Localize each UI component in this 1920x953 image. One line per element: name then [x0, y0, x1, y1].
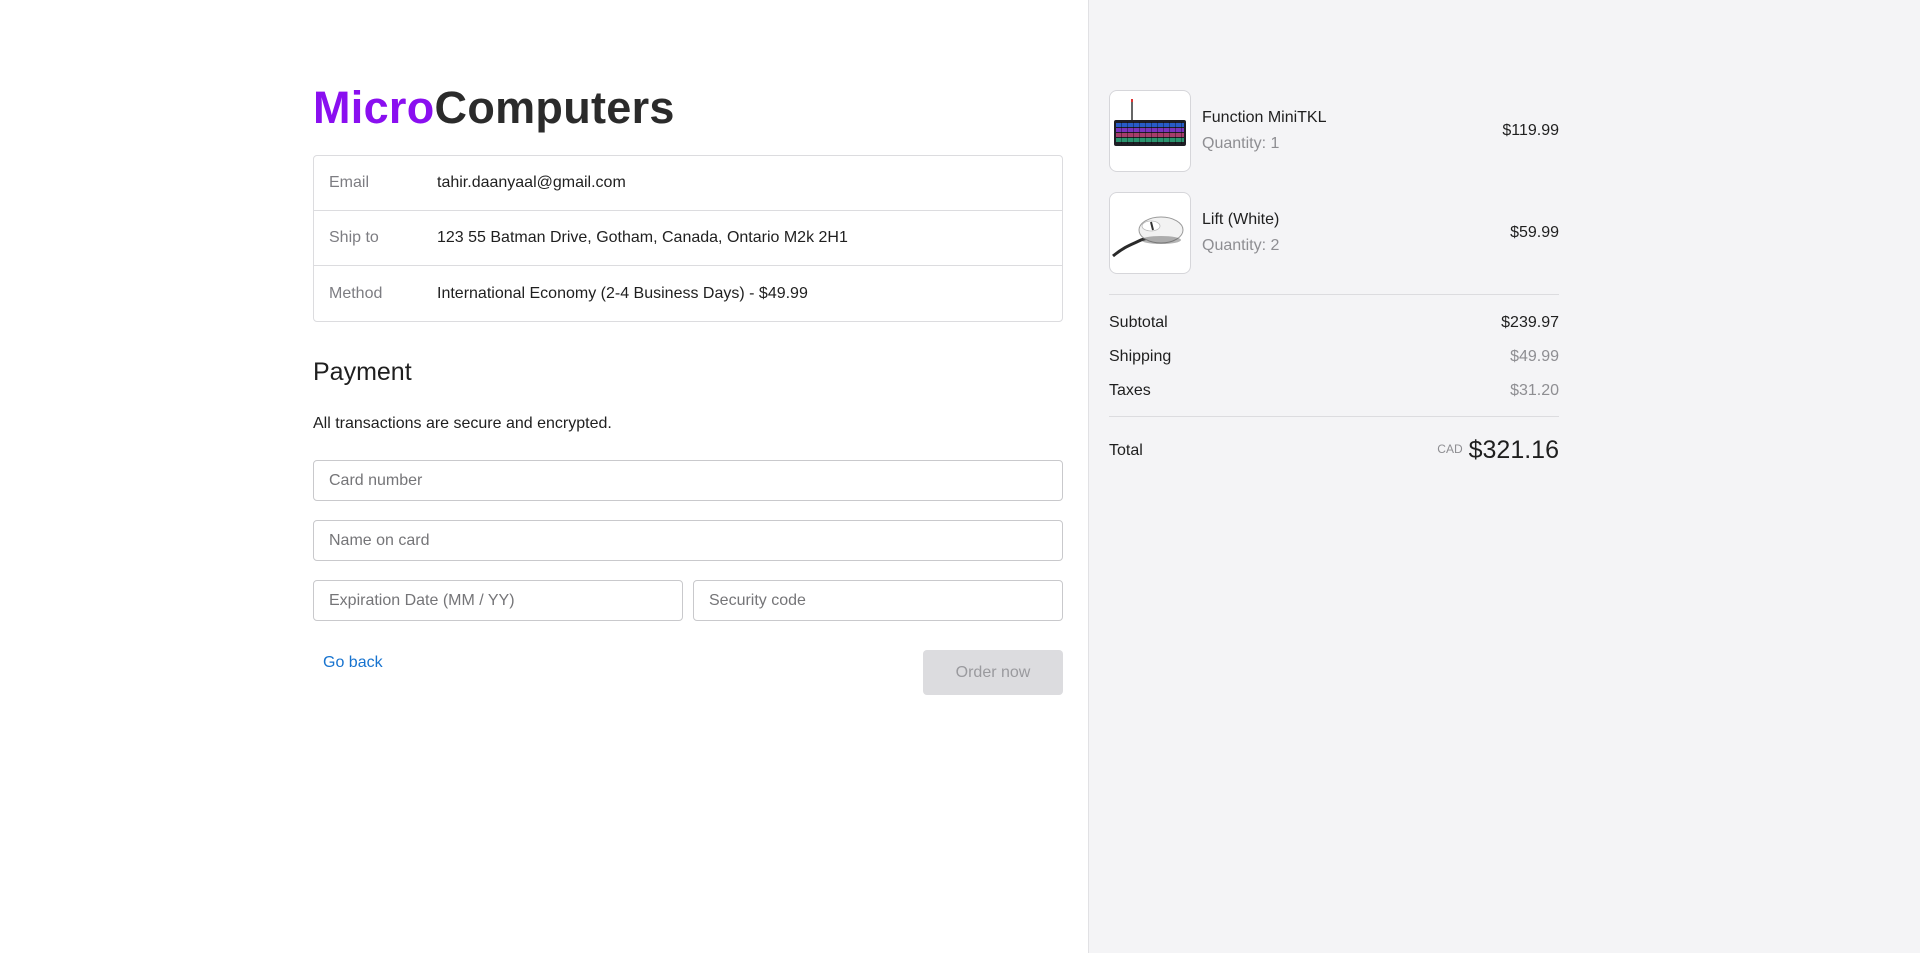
summary-divider [1109, 294, 1559, 295]
order-now-button[interactable]: Order now [923, 650, 1063, 695]
order-summary-pane: Function MiniTKL Quantity: 1 $119.99 Lif… [1088, 0, 1920, 953]
security-code-input[interactable] [693, 580, 1063, 621]
review-value: International Economy (2-4 Business Days… [437, 284, 808, 302]
subtotal-label: Subtotal [1109, 314, 1168, 331]
review-label: Method [329, 284, 383, 302]
taxes-value: $31.20 [1510, 382, 1559, 399]
currency-code: CAD [1437, 442, 1463, 456]
cart-item-name: Function MiniTKL [1202, 109, 1327, 126]
review-value: tahir.daanyaal@gmail.com [437, 174, 626, 191]
subtotal-row: Subtotal $239.97 [1109, 314, 1559, 332]
payment-title: Payment [313, 358, 412, 386]
cart-item: Function MiniTKL Quantity: 1 $119.99 [1109, 90, 1559, 172]
summary-divider [1109, 416, 1559, 417]
review-label: Ship to [329, 229, 379, 246]
total-label: Total [1109, 441, 1143, 459]
card-number-input[interactable] [313, 460, 1063, 501]
total-amount-group: CAD $321.16 [1437, 436, 1559, 465]
product-thumbnail [1109, 90, 1191, 172]
product-thumbnail [1109, 192, 1191, 274]
cart-item-price: $59.99 [1510, 224, 1559, 241]
subtotal-value: $239.97 [1501, 314, 1559, 331]
shipping-label: Shipping [1109, 348, 1172, 365]
payment-subtitle: All transactions are secure and encrypte… [313, 415, 612, 432]
cart-item-info: Function MiniTKL Quantity: 1 [1202, 109, 1502, 153]
cart-item-info: Lift (White) Quantity: 2 [1202, 211, 1510, 255]
expiration-date-input[interactable] [313, 580, 683, 621]
mouse-icon [1112, 216, 1184, 258]
shipping-value: $49.99 [1510, 348, 1559, 365]
taxes-row: Taxes $31.20 [1109, 382, 1559, 400]
cart-item-quantity: Quantity: 1 [1202, 135, 1280, 152]
brand-logo-computers: Computers [434, 82, 675, 133]
brand-logo-micro: Micro [313, 82, 435, 133]
cart-item-name: Lift (White) [1202, 211, 1280, 228]
checkout-form-pane: MicroComputers Email tahir.daanyaal@gmai… [0, 0, 1088, 953]
go-back-link[interactable]: Go back [323, 654, 383, 672]
review-row-ship-to: Ship to 123 55 Batman Drive, Gotham, Can… [314, 211, 1062, 266]
review-row-method: Method International Economy (2-4 Busine… [314, 266, 1062, 321]
shipping-row: Shipping $49.99 [1109, 348, 1559, 366]
keyboard-icon [1114, 99, 1186, 146]
review-value: 123 55 Batman Drive, Gotham, Canada, Ont… [437, 229, 848, 246]
review-label: Email [329, 174, 370, 191]
cart-item: Lift (White) Quantity: 2 $59.99 [1109, 192, 1559, 274]
name-on-card-input[interactable] [313, 520, 1063, 561]
order-review-box: Email tahir.daanyaal@gmail.com Ship to 1… [313, 155, 1063, 322]
brand-logo[interactable]: MicroComputers [313, 82, 675, 134]
taxes-label: Taxes [1109, 382, 1151, 399]
cart-item-quantity: Quantity: 2 [1202, 237, 1280, 254]
total-row: Total CAD $321.16 [1109, 436, 1559, 465]
review-row-email: Email tahir.daanyaal@gmail.com [314, 156, 1062, 211]
cart-item-price: $119.99 [1502, 122, 1559, 139]
total-amount: $321.16 [1468, 436, 1559, 464]
